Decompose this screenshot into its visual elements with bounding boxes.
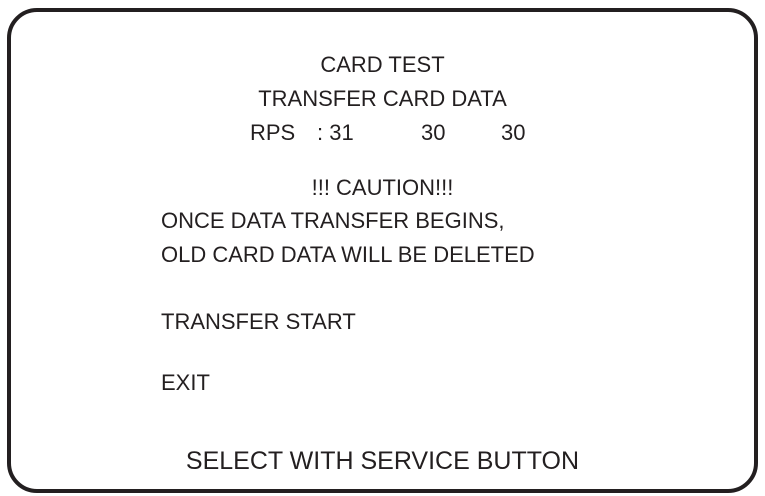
rps-value-3: 30 (501, 120, 526, 145)
screen-title: CARD TEST (320, 52, 445, 77)
caution-line-1: ONCE DATA TRANSFER BEGINS, (161, 208, 505, 233)
caution-heading: !!! CAUTION!!! (311, 175, 454, 200)
rps-value-2: 30 (421, 120, 446, 145)
transfer-start-option[interactable]: TRANSFER START (161, 309, 356, 335)
footer-instruction: SELECT WITH SERVICE BUTTON (185, 447, 580, 475)
rps-value-1: : 31 (317, 120, 354, 145)
exit-option[interactable]: EXIT (161, 370, 210, 396)
caution-line-2: OLD CARD DATA WILL BE DELETED (161, 242, 535, 267)
rps-label: RPS (250, 120, 296, 145)
screen-subtitle: TRANSFER CARD DATA (258, 86, 507, 111)
